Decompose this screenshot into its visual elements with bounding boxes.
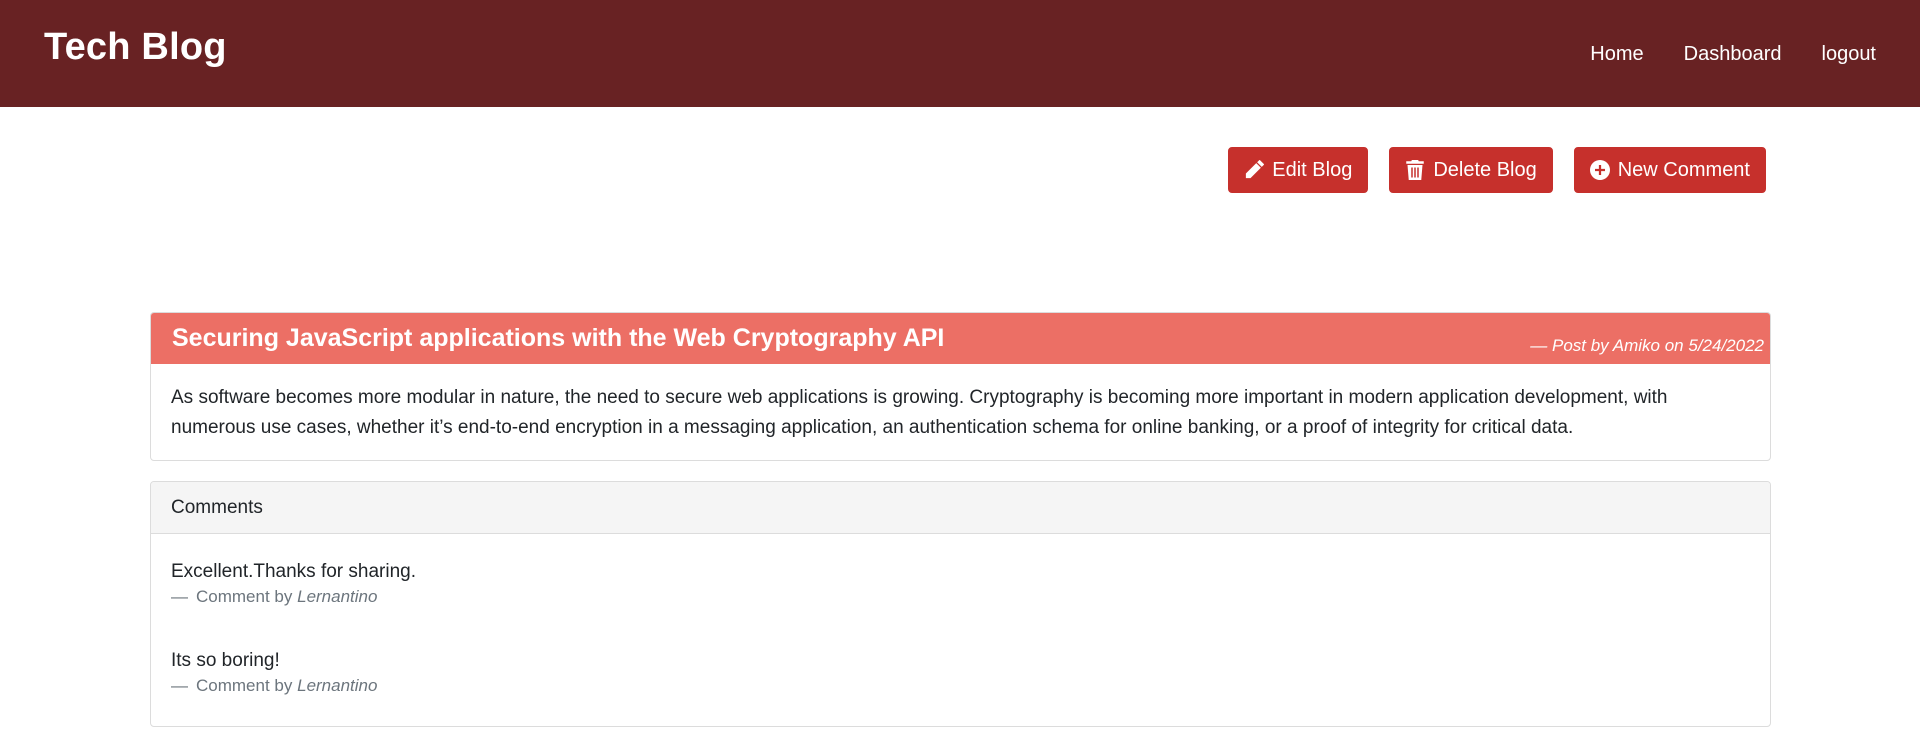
pencil-icon: [1246, 160, 1265, 179]
comment-dash: —: [171, 676, 188, 695]
comment-text: Its so boring!: [171, 650, 280, 671]
comment-author: Lernantino: [297, 587, 378, 606]
comment-text: Excellent.Thanks for sharing.: [171, 561, 417, 582]
nav-home-link[interactable]: Home: [1590, 43, 1643, 66]
nav-links: Home Dashboard logout: [1590, 43, 1876, 66]
comment-by-label: Comment by: [196, 587, 293, 606]
comment-author: Lernantino: [297, 676, 378, 695]
post-toolbar: Edit Blog Delete Blog New Comment: [150, 107, 1771, 313]
edit-blog-label: Edit Blog: [1272, 158, 1353, 181]
trash-icon: [1406, 160, 1425, 180]
post-title: Securing JavaScript applications with th…: [172, 324, 945, 352]
comment-dash: —: [171, 587, 188, 606]
comment-footer: — Comment by Lernantino: [171, 674, 1750, 698]
post-meta: — Post by Amiko on 5/24/2022: [1530, 336, 1764, 355]
comments-card: Comments Excellent.Thanks for sharing. —…: [150, 481, 1771, 727]
comment-footer: — Comment by Lernantino: [171, 585, 1750, 609]
post-body: As software becomes more modular in natu…: [171, 387, 1668, 438]
post-header: Securing JavaScript applications with th…: [151, 313, 1770, 364]
plus-circle-icon: [1589, 160, 1610, 180]
comments-header: Comments: [151, 482, 1770, 534]
delete-blog-button[interactable]: Delete Blog: [1389, 147, 1553, 193]
edit-blog-button[interactable]: Edit Blog: [1228, 147, 1369, 193]
delete-blog-label: Delete Blog: [1433, 158, 1537, 181]
nav-logout-link[interactable]: logout: [1822, 43, 1877, 66]
site-brand[interactable]: Tech Blog: [44, 26, 227, 69]
comment-item: Excellent.Thanks for sharing. — Comment b…: [151, 559, 1770, 609]
comment-by-label: Comment by: [196, 676, 293, 695]
nav-dashboard-link[interactable]: Dashboard: [1684, 43, 1782, 66]
post-card: Securing JavaScript applications with th…: [150, 312, 1771, 461]
new-comment-label: New Comment: [1617, 158, 1750, 181]
top-navbar: Tech Blog Home Dashboard logout: [0, 0, 1920, 107]
new-comment-button[interactable]: New Comment: [1573, 147, 1766, 193]
comment-item: Its so boring! — Comment by Lernantino: [151, 648, 1770, 698]
